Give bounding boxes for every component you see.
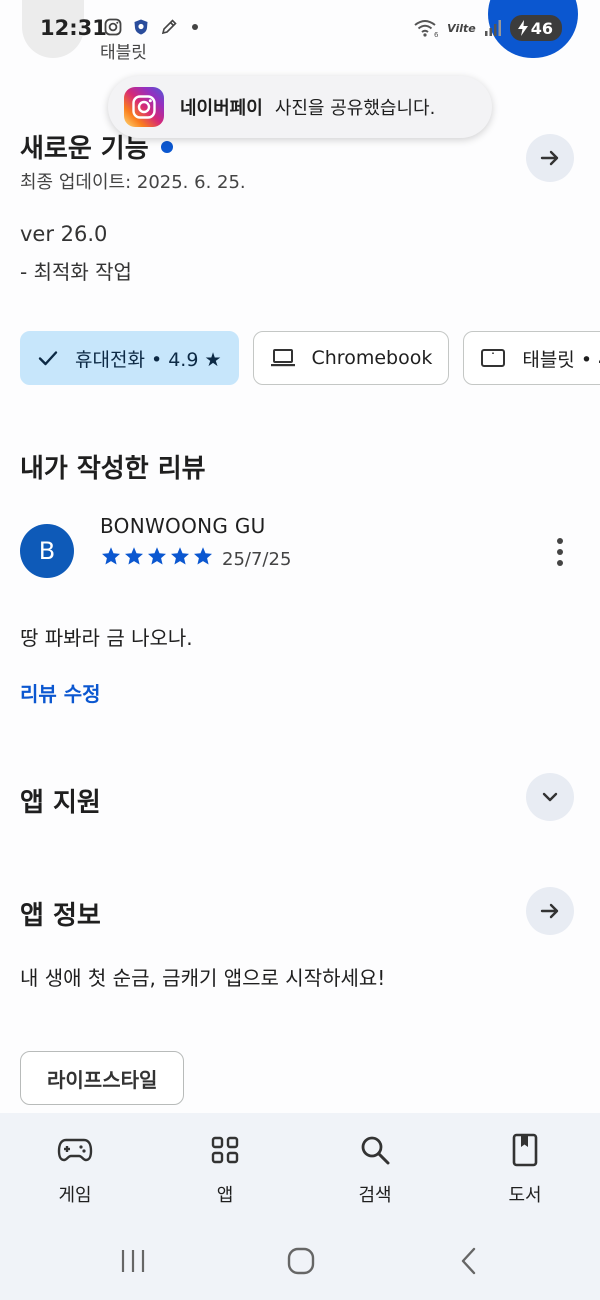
avatar: B — [20, 524, 74, 578]
bottom-navigation: 게임 앱 검색 도서 — [0, 1113, 600, 1223]
signal-icon — [484, 20, 501, 36]
status-bar: 12:31 6 Vilte 46 — [0, 0, 600, 56]
nav-books[interactable]: 도서 — [450, 1113, 600, 1223]
volte-indicator: Vilte — [447, 21, 476, 35]
version-note: - 최적화 작업 — [20, 260, 132, 284]
star-icon — [125, 547, 143, 565]
status-time: 12:31 — [40, 16, 107, 40]
toast-app-name: 네이버페이 — [180, 98, 263, 119]
category-chip[interactable]: 라이프스타일 — [20, 1051, 185, 1105]
nav-books-label: 도서 — [508, 1185, 542, 1206]
book-icon — [511, 1133, 539, 1167]
nav-search-label: 검색 — [358, 1185, 392, 1206]
app-info-title: 앱 정보 — [20, 901, 101, 931]
share-toast[interactable]: 네이버페이 사진을 공유했습니다. — [108, 76, 492, 138]
star-icon — [148, 547, 166, 565]
battery-indicator: 46 — [509, 15, 562, 41]
app-support-title: 앱 지원 — [20, 788, 101, 818]
chevron-down-icon — [542, 792, 558, 802]
arrow-right-icon — [540, 150, 559, 166]
tablet-icon — [480, 348, 506, 368]
chip-phone-label: 휴대전화 • 4.9 ★ — [75, 348, 222, 371]
arrow-right-icon — [540, 903, 559, 919]
apps-grid-icon — [210, 1133, 240, 1167]
review-date: 25/7/25 — [222, 549, 292, 570]
device-chips: 휴대전화 • 4.9 ★ Chromebook 태블릿 • 4 — [20, 331, 600, 385]
nav-apps-label: 앱 — [216, 1185, 234, 1206]
star-icon — [102, 547, 120, 565]
laptop-icon — [270, 348, 296, 368]
chip-tablet[interactable]: 태블릿 • 4 — [463, 331, 600, 385]
nav-apps[interactable]: 앱 — [150, 1113, 300, 1223]
instagram-status-icon — [104, 18, 122, 36]
chip-phone[interactable]: 휴대전화 • 4.9 ★ — [20, 331, 239, 385]
svg-text:6: 6 — [434, 31, 439, 38]
pen-status-icon — [161, 19, 177, 35]
nav-games[interactable]: 게임 — [0, 1113, 150, 1223]
reviewer-name: BONWOONG GU — [100, 514, 266, 538]
app-info-arrow-button[interactable] — [526, 887, 574, 935]
recent-apps-icon[interactable] — [113, 1245, 153, 1277]
chip-chromebook[interactable]: Chromebook — [252, 331, 450, 385]
app-support-expand-button[interactable] — [526, 773, 574, 821]
star-icon — [171, 547, 189, 565]
chip-chromebook-label: Chromebook — [311, 347, 433, 369]
toast-message: 사진을 공유했습니다. — [274, 98, 436, 119]
check-icon — [37, 347, 59, 369]
wifi-icon: 6 — [414, 20, 439, 38]
my-review-title: 내가 작성한 리뷰 — [20, 454, 206, 484]
whats-new-arrow-button[interactable] — [526, 134, 574, 182]
search-icon — [359, 1133, 391, 1167]
home-icon[interactable] — [281, 1245, 321, 1277]
system-navigation-bar — [0, 1223, 600, 1300]
status-notification-icons — [104, 18, 198, 36]
nav-games-label: 게임 — [58, 1185, 92, 1206]
charging-bolt-icon — [517, 20, 528, 36]
whats-new-title-text: 새로운 기능 — [20, 134, 149, 164]
last-updated: 최종 업데이트: 2025. 6. 25. — [20, 172, 246, 193]
new-indicator-dot — [160, 140, 173, 153]
chip-tablet-label: 태블릿 • 4 — [522, 348, 600, 371]
gamepad-icon — [57, 1133, 93, 1167]
nav-search[interactable]: 검색 — [300, 1113, 450, 1223]
instagram-icon — [124, 87, 164, 127]
battery-level: 46 — [530, 18, 553, 38]
star-icon — [194, 547, 212, 565]
shield-status-icon — [134, 19, 148, 35]
review-text: 땅 파봐라 금 나오나. — [20, 626, 193, 650]
edit-review-link[interactable]: 리뷰 수정 — [20, 678, 101, 707]
review-more-options-icon[interactable] — [546, 534, 574, 570]
version-text: ver 26.0 — [20, 222, 108, 246]
app-description: 내 생애 첫 순금, 금캐기 앱으로 시작하세요! — [20, 966, 386, 990]
more-notifications-dot — [192, 24, 198, 30]
back-icon[interactable] — [449, 1245, 489, 1277]
review-rating — [100, 546, 214, 566]
status-system-icons: 6 Vilte 46 — [413, 15, 562, 41]
